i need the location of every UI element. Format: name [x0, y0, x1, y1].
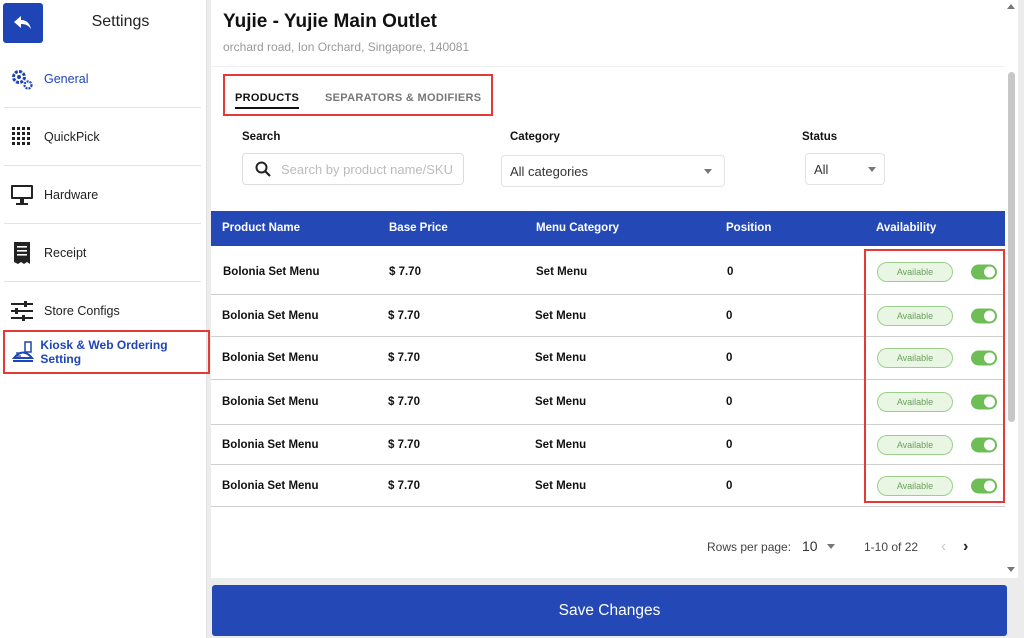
- sidebar-item-general[interactable]: General: [4, 50, 201, 108]
- store-address: orchard road, Ion Orchard, Singapore, 14…: [223, 40, 470, 54]
- search-label: Search: [242, 131, 281, 143]
- cell-position: 0: [726, 309, 733, 322]
- cell-product-name: Bolonia Set Menu: [223, 266, 320, 278]
- next-page-icon[interactable]: ›: [963, 538, 968, 556]
- cell-product-name: Bolonia Set Menu: [222, 309, 319, 322]
- cell-position: 0: [726, 396, 733, 408]
- sidebar: Settings General QuickPick Hardware Rece…: [0, 0, 210, 638]
- cell-base-price: $ 7.70: [388, 438, 420, 451]
- sidebar-item-quickpick[interactable]: QuickPick: [4, 108, 201, 166]
- availability-toggle[interactable]: [971, 437, 997, 452]
- chevron-down-icon: [826, 543, 835, 549]
- status-badge: Available: [877, 475, 953, 496]
- sliders-icon: [8, 301, 36, 321]
- cell-menu-category: Set Menu: [535, 438, 587, 451]
- category-select[interactable]: All categories: [501, 155, 725, 187]
- page-range: 1-10 of 22: [864, 540, 919, 554]
- category-label: Category: [510, 131, 560, 143]
- cell-product-name: Bolonia Set Menu: [222, 479, 319, 492]
- search-field[interactable]: [242, 153, 464, 185]
- tab-bar: PRODUCTS SEPARATORS & MODIFIERS: [223, 74, 493, 116]
- status-label: Status: [802, 131, 838, 143]
- table-header: Product Name Base Price Menu Category Po…: [211, 211, 1005, 246]
- prev-page-icon[interactable]: ‹: [941, 538, 946, 556]
- sidebar-item-label: Kiosk & Web Ordering Setting: [40, 338, 168, 366]
- cell-menu-category: Set Menu: [536, 266, 588, 278]
- tab-separators-modifiers[interactable]: SEPARATORS & MODIFIERS: [325, 92, 481, 104]
- sidebar-item-receipt[interactable]: Receipt: [4, 224, 201, 282]
- monitor-icon: [8, 184, 36, 206]
- cell-menu-category: Set Menu: [535, 479, 587, 492]
- sidebar-item-kiosk-web-ordering[interactable]: Kiosk & Web Ordering Setting: [3, 330, 210, 374]
- sidebar-item-label: General: [44, 71, 89, 86]
- cell-base-price: $ 7.70: [388, 396, 420, 408]
- cell-product-name: Bolonia Set Menu: [222, 396, 319, 408]
- sidebar-item-label: Hardware: [44, 187, 99, 202]
- availability-toggle[interactable]: [971, 264, 997, 280]
- column-header-menu-category[interactable]: Menu Category: [536, 222, 619, 234]
- table-row[interactable]: Bolonia Set Menu $ 7.70 Set Menu 0 Avail…: [211, 337, 1005, 380]
- store-name: Yujie - Yujie Main Outlet: [223, 11, 437, 32]
- table-row[interactable]: Bolonia Set Menu $ 7.70 Set Menu 0 Avail…: [211, 250, 1005, 295]
- status-badge: Available: [877, 392, 953, 412]
- cell-product-name: Bolonia Set Menu: [222, 438, 319, 451]
- rows-per-page-value: 10: [802, 538, 818, 554]
- back-button[interactable]: [3, 3, 43, 43]
- cell-base-price: $ 7.70: [388, 352, 420, 364]
- main-panel: Yujie - Yujie Main Outlet orchard road, …: [211, 0, 1005, 578]
- category-select-value: All categories: [510, 163, 589, 179]
- back-arrow-icon: [14, 16, 31, 29]
- cell-base-price: $ 7.70: [389, 266, 421, 278]
- scroll-down-icon[interactable]: [1007, 567, 1015, 572]
- column-header-base-price[interactable]: Base Price: [389, 222, 448, 234]
- table-row[interactable]: Bolonia Set Menu $ 7.70 Set Menu 0 Avail…: [211, 465, 1005, 507]
- table-row[interactable]: Bolonia Set Menu $ 7.70 Set Menu 0 Avail…: [211, 425, 1005, 465]
- scroll-up-icon[interactable]: [1007, 4, 1015, 9]
- sidebar-item-label: QuickPick: [44, 129, 100, 144]
- chevron-down-icon: [868, 166, 876, 172]
- gear-icon: [8, 67, 36, 91]
- sidebar-item-label: Receipt: [44, 245, 87, 260]
- divider: [211, 66, 1005, 67]
- cell-menu-category: Set Menu: [535, 309, 587, 322]
- cell-product-name: Bolonia Set Menu: [222, 352, 319, 364]
- status-badge: Available: [877, 348, 953, 368]
- column-header-position[interactable]: Position: [726, 222, 771, 234]
- column-header-availability[interactable]: Availability: [876, 222, 936, 234]
- cell-menu-category: Set Menu: [535, 396, 587, 408]
- availability-toggle[interactable]: [971, 394, 997, 410]
- cell-base-price: $ 7.70: [388, 479, 420, 492]
- column-header-product-name[interactable]: Product Name: [222, 222, 300, 234]
- status-badge: Available: [877, 305, 953, 326]
- table-row[interactable]: Bolonia Set Menu $ 7.70 Set Menu 0 Avail…: [211, 380, 1005, 425]
- cell-position: 0: [726, 479, 733, 492]
- cell-base-price: $ 7.70: [388, 309, 420, 322]
- sidebar-item-hardware[interactable]: Hardware: [4, 166, 201, 224]
- status-select[interactable]: All: [805, 153, 885, 185]
- status-badge: Available: [877, 262, 953, 282]
- scrollbar-thumb[interactable]: [1008, 72, 1015, 422]
- status-select-value: All: [814, 161, 829, 177]
- search-input[interactable]: [281, 161, 461, 177]
- sidebar-title: Settings: [91, 13, 150, 30]
- cell-position: 0: [726, 438, 733, 451]
- cell-position: 0: [726, 352, 733, 364]
- search-icon: [255, 161, 271, 177]
- cell-menu-category: Set Menu: [535, 352, 587, 364]
- rows-per-page-label: Rows per page:: [707, 540, 792, 554]
- sidebar-item-label: Store Configs: [44, 304, 120, 318]
- rows-per-page-select[interactable]: 10: [802, 538, 835, 554]
- cell-position: 0: [727, 266, 734, 278]
- availability-toggle[interactable]: [971, 478, 997, 493]
- tab-products[interactable]: PRODUCTS: [235, 92, 300, 109]
- table-row[interactable]: Bolonia Set Menu $ 7.70 Set Menu 0 Avail…: [211, 295, 1005, 337]
- kiosk-icon: [9, 341, 36, 363]
- availability-toggle[interactable]: [971, 350, 997, 366]
- chevron-down-icon: [704, 168, 712, 174]
- grid-icon: [8, 126, 36, 148]
- receipt-icon: [8, 241, 36, 265]
- save-changes-button[interactable]: Save Changes: [212, 585, 1007, 636]
- availability-toggle[interactable]: [971, 308, 997, 323]
- status-badge: Available: [877, 434, 953, 455]
